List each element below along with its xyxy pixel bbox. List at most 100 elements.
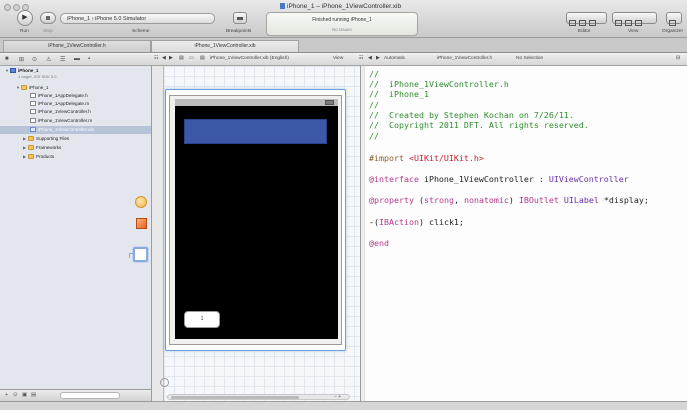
implementation-file-icon <box>30 101 36 106</box>
code-comment-line: // iPhone_1 <box>369 89 429 99</box>
xib-document-icon <box>280 3 285 9</box>
code-interface-line: @interface iPhone_1ViewController : UIVi… <box>369 174 629 184</box>
code-property-line: @property (strong, nonatomic) IBOutlet U… <box>369 195 649 205</box>
stop-button[interactable] <box>40 12 56 24</box>
split-editor-icon[interactable]: ⊟ <box>676 56 680 61</box>
nav-file-appdelegate-m[interactable]: iPhone_1AppDelegate.m <box>30 100 89 108</box>
editor-gutter[interactable] <box>361 66 365 401</box>
navigator-selector-bar: ■ ⊞ ⊙ ⚠ ☰ ▬ ▪ <box>0 54 152 66</box>
close-window-button[interactable] <box>4 4 11 11</box>
back-arrow-icon[interactable]: ◀ <box>162 56 166 61</box>
header-file-icon <box>30 93 36 98</box>
folder-icon[interactable]: ▭ <box>189 56 194 61</box>
folder-icon <box>28 136 34 141</box>
organizer-label: Organizer <box>662 29 684 34</box>
search-navigator-icon[interactable]: ⊙ <box>32 56 37 63</box>
debug-area-toggle-icon[interactable] <box>625 20 632 26</box>
scheme-popup[interactable]: iPhone_1 › iPhone 5.0 Simulator <box>60 13 215 24</box>
breakpoint-navigator-icon[interactable]: ▬ <box>74 56 80 62</box>
nav-group-supporting-files[interactable]: ▶ Supporting Files <box>23 135 69 143</box>
editor-mode-segmented[interactable] <box>566 12 607 26</box>
assistant-editor-icon[interactable] <box>579 20 586 26</box>
assistant-related-icon[interactable]: ☷ <box>359 56 363 61</box>
tab-header-file[interactable]: iPhone_1ViewController.h <box>3 40 151 52</box>
code-comment-line: // Copyright 2011 DFT. All rights reserv… <box>369 120 589 130</box>
scroll-thumb[interactable] <box>171 396 299 399</box>
nav-group-frameworks[interactable]: ▶ Frameworks <box>23 144 61 152</box>
tab-xib-file[interactable]: iPhone_1ViewController.xib <box>151 40 299 52</box>
zoom-controls[interactable]: − + <box>334 394 341 400</box>
code-import-line: #import <UIKit/UIKit.h> <box>369 153 484 163</box>
view-segmented[interactable] <box>612 12 657 26</box>
code-comment-line: // <box>369 131 379 141</box>
navigator-filter-field[interactable] <box>60 392 120 399</box>
nav-file-viewcontroller-m[interactable]: iPhone_1ViewController.m <box>30 117 92 125</box>
xib-file-icon <box>30 127 36 132</box>
add-file-icon[interactable]: + <box>5 392 8 398</box>
files-owner-icon[interactable] <box>135 196 147 208</box>
ib-view-crumb[interactable]: View <box>333 56 343 61</box>
organizer-button[interactable] <box>666 12 682 26</box>
stop-label: Stop <box>43 29 53 34</box>
ib-path-crumb[interactable]: iPhone_1ViewController.xib (English) <box>210 56 289 61</box>
related-files-icon[interactable]: ☷ <box>154 56 158 61</box>
automatic-mode-crumb[interactable]: Automatic <box>384 56 405 61</box>
project-subtitle: 1 target, iOS SDK 5.0 <box>18 74 57 79</box>
activity-issues: No Issues <box>332 27 352 32</box>
folder-icon[interactable]: ■ <box>5 56 9 62</box>
code-comment-line: // iPhone_1ViewController.h <box>369 79 509 89</box>
gear-icon[interactable] <box>160 378 169 387</box>
minimize-window-button[interactable] <box>13 4 20 11</box>
navigator-toggle-icon[interactable] <box>615 20 622 26</box>
editor-file-crumb[interactable]: iPhone_1ViewController.h <box>437 56 492 61</box>
code-action-line: -(IBAction) click1; <box>369 217 464 227</box>
run-button[interactable]: ▶ <box>17 10 33 26</box>
forward-arrow-icon[interactable]: ▶ <box>169 56 173 61</box>
window-title: iPhone_1 – iPhone_1ViewController.xib <box>280 3 401 10</box>
selection-crumb[interactable]: No Selection <box>516 56 543 61</box>
nav-group-iphone-1[interactable]: ▼ iPhone_1 <box>16 84 48 92</box>
back-arrow-icon[interactable]: ◀ <box>368 56 372 61</box>
nav-file-viewcontroller-h[interactable]: iPhone_1ViewController.h <box>30 108 91 116</box>
code-comment-line: // <box>369 69 379 79</box>
standard-editor-icon[interactable] <box>569 20 576 26</box>
forward-arrow-icon[interactable]: ▶ <box>376 56 380 61</box>
breakpoints-button[interactable] <box>233 12 247 24</box>
header-file-icon <box>30 109 36 114</box>
scm-status-icon[interactable]: ▤ <box>31 392 36 398</box>
nav-file-appdelegate-h[interactable]: iPhone_1AppDelegate.h <box>30 92 88 100</box>
xcode-project-icon <box>10 68 16 73</box>
recent-files-icon[interactable]: ⊙ <box>13 392 18 398</box>
symbol-navigator-icon[interactable]: ⊞ <box>19 56 24 63</box>
battery-icon <box>325 100 334 105</box>
issue-navigator-icon[interactable]: ⚠ <box>46 56 51 63</box>
click-1-button[interactable]: 1 <box>184 311 220 328</box>
code-end-line: @end <box>369 238 389 248</box>
simulated-status-bar <box>175 99 338 106</box>
run-label: Run <box>20 29 29 34</box>
ib-horizontal-scrollbar[interactable] <box>167 394 350 400</box>
tab-bar: iPhone_1ViewController.h iPhone_1ViewCon… <box>0 38 687 53</box>
folder-icon <box>28 145 34 150</box>
utilities-toggle-icon[interactable] <box>635 20 642 26</box>
ib-dock <box>152 66 164 401</box>
code-comment-line: // <box>369 100 379 110</box>
window-bottom-bar <box>0 401 687 410</box>
nav-file-viewcontroller-xib[interactable]: iPhone_1ViewController.xib <box>30 126 94 134</box>
nav-group-products[interactable]: ▶ Products <box>23 153 54 161</box>
implementation-file-icon <box>30 118 36 123</box>
xib-path-icon[interactable]: ▤ <box>200 56 205 61</box>
jump-bar: ☷ ◀ ▶ ▤ ▭ ▤ iPhone_1ViewController.xib (… <box>152 54 687 66</box>
debug-navigator-icon[interactable]: ☰ <box>60 56 65 63</box>
activity-status: Finished running iPhone_1 <box>312 17 372 23</box>
editor-label: Editor <box>578 29 591 34</box>
log-navigator-icon[interactable]: ▪ <box>88 56 90 62</box>
activity-viewer: Finished running iPhone_1 No Issues <box>266 12 418 36</box>
version-editor-icon[interactable] <box>589 20 596 26</box>
display-label[interactable] <box>184 119 327 144</box>
view-object-icon[interactable] <box>129 247 148 262</box>
project-icon[interactable]: ▤ <box>179 56 184 61</box>
first-responder-icon[interactable] <box>136 218 147 229</box>
scheme-label: Scheme <box>132 29 150 34</box>
unsaved-files-icon[interactable]: ▣ <box>22 392 27 398</box>
